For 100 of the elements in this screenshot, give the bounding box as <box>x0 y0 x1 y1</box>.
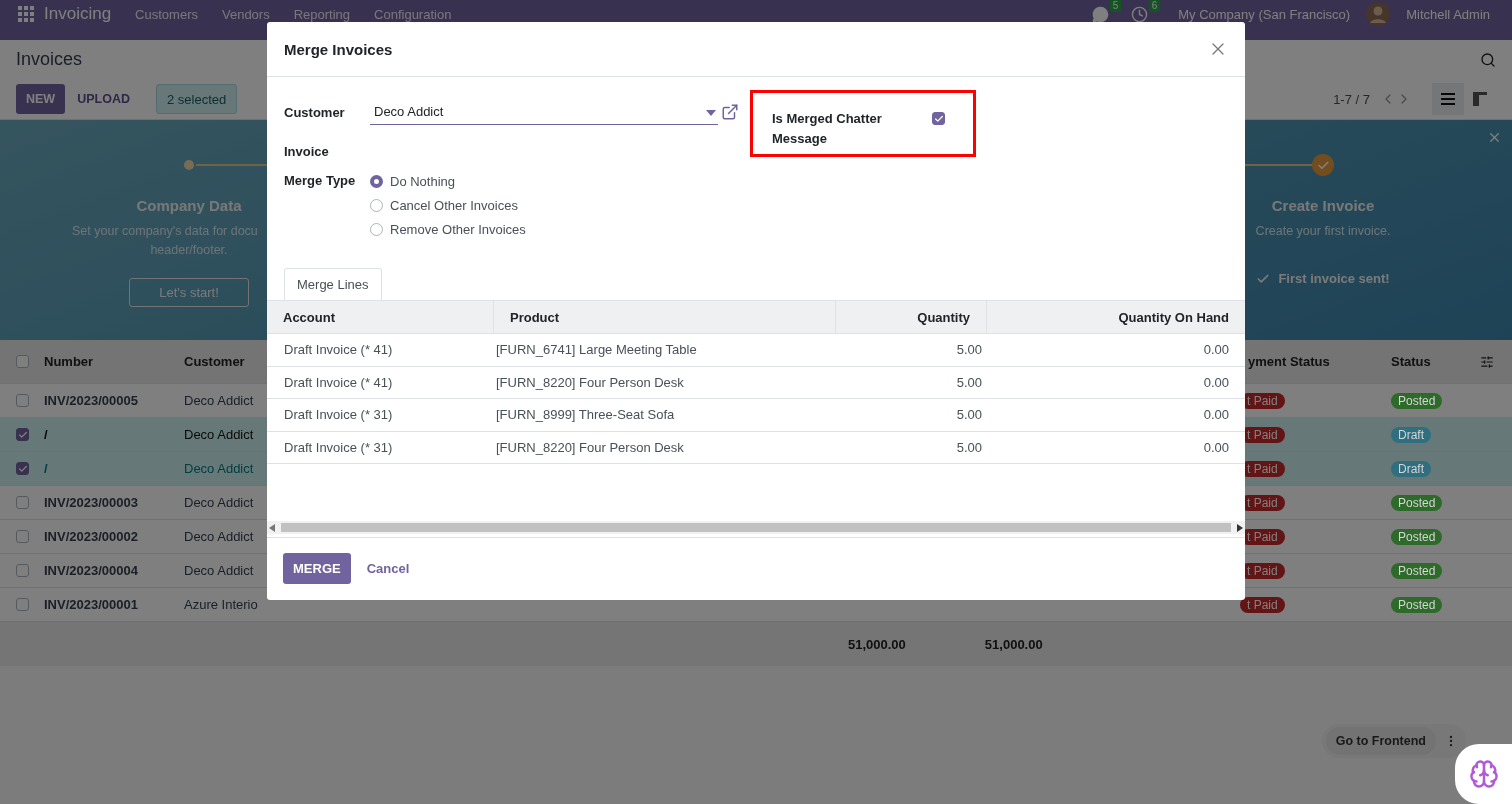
scroll-left-icon[interactable] <box>269 523 275 532</box>
row-checkbox[interactable] <box>16 598 29 611</box>
activity-count: 6 <box>1148 0 1161 12</box>
column-header[interactable]: Quantity On Hand <box>986 301 1245 333</box>
apps-grid-icon[interactable] <box>18 6 34 22</box>
status-tag: Draft <box>1391 460 1431 477</box>
table-cell-text: INV/2023/00004 <box>43 563 139 578</box>
table-cell-text: INV/2023/00005 <box>43 393 139 408</box>
radio-label: Do Nothing <box>390 174 456 189</box>
total-value: 51,000.00 <box>848 636 906 652</box>
table-cell-text: Draft Invoice (* 31) <box>283 407 394 423</box>
tab[interactable]: Merge Lines <box>284 268 382 300</box>
column-header[interactable]: Customer <box>176 354 268 369</box>
status-tag: Posted <box>1391 494 1443 511</box>
table-cell-text: Azure Interio <box>183 597 259 612</box>
external-link-icon[interactable] <box>721 103 739 121</box>
selection-count: 2 selected <box>155 84 238 115</box>
step-description: Set your company's data for docu header/footer. <box>72 223 259 259</box>
assistant-button[interactable] <box>1455 744 1512 804</box>
table-cell-text: [FURN_6741] Large Meeting Table <box>495 342 698 358</box>
user-name[interactable]: Mitchell Admin <box>1406 6 1490 22</box>
table-cell-text: 5.00 <box>955 407 983 423</box>
column-header[interactable]: Product <box>493 301 835 333</box>
table-cell-text: 5.00 <box>955 439 983 455</box>
status-tag: Posted <box>1391 528 1443 545</box>
column-header[interactable]: Status <box>1383 354 1480 369</box>
new-button[interactable]: NEW <box>16 84 66 115</box>
field-label: Merge Type <box>284 172 357 188</box>
pager[interactable]: 1-7 / 7 <box>1333 91 1370 107</box>
radio-option[interactable]: Cancel Other Invoices <box>370 198 526 213</box>
chatter-checkbox[interactable] <box>932 112 945 125</box>
payment-status-tag: t Paid <box>1240 596 1285 613</box>
customer-field[interactable]: Deco Addict <box>370 99 718 125</box>
table-cell-text: Draft Invoice (* 31) <box>283 439 394 455</box>
dialog-title: Merge Invoices <box>284 40 393 58</box>
search-icon[interactable] <box>1480 51 1496 68</box>
cancel-button[interactable]: Cancel <box>356 553 420 584</box>
total-value: 51,000.00 <box>984 636 1043 652</box>
table-cell-text: INV/2023/00002 <box>43 529 139 544</box>
table-cell-text: 0.00 <box>1202 407 1230 423</box>
table-cell-text: / <box>43 427 49 442</box>
step-title: Company Data <box>136 197 242 214</box>
select-all-checkbox[interactable] <box>16 355 29 368</box>
column-header[interactable]: Number <box>36 354 176 369</box>
table-cell-text: INV/2023/00003 <box>43 495 139 510</box>
radio-icon[interactable] <box>370 223 383 236</box>
close-icon[interactable] <box>1487 130 1502 145</box>
table-cell-text: 0.00 <box>1202 374 1230 390</box>
row-checkbox[interactable] <box>16 564 29 577</box>
done-text: First invoice sent! <box>1278 271 1390 286</box>
row-checkbox[interactable] <box>16 530 29 543</box>
merge-button[interactable]: MERGE <box>283 553 351 584</box>
avatar-icon[interactable] <box>1366 2 1391 26</box>
table-cell-text: [FURN_8220] Four Person Desk <box>495 439 685 455</box>
horizontal-scrollbar[interactable] <box>267 521 1245 534</box>
upload-button[interactable]: UPLOAD <box>67 84 140 115</box>
start-button[interactable]: Let's start! <box>129 278 249 307</box>
step-description: Create your first invoice. <box>1254 223 1392 240</box>
settings-icon[interactable] <box>1480 354 1494 369</box>
column-header[interactable]: Quantity <box>835 301 986 333</box>
status-tag: Posted <box>1391 392 1443 409</box>
table-cell-text: / <box>43 461 49 476</box>
list-icon <box>1441 93 1455 106</box>
table-cell-text: Deco Addict <box>183 461 255 476</box>
caret-icon[interactable] <box>706 110 716 116</box>
chat-icon[interactable] <box>1092 5 1110 23</box>
table-cell-text: Deco Addict <box>183 529 255 544</box>
clock-icon[interactable] <box>1131 5 1149 23</box>
row-checkbox[interactable] <box>16 394 29 407</box>
table-cell-text: 5.00 <box>955 374 983 390</box>
menu-item[interactable]: Customers <box>135 6 198 22</box>
radio-option[interactable]: Do Nothing <box>370 174 526 189</box>
status-tag: Draft <box>1391 426 1431 443</box>
row-checkbox[interactable] <box>16 496 29 509</box>
table-cell-text: 0.00 <box>1202 439 1230 455</box>
table-cell-text: 5.00 <box>955 342 983 358</box>
go-to-frontend-button[interactable]: Go to Frontend <box>1325 727 1436 755</box>
radio-icon[interactable] <box>370 199 383 212</box>
column-header[interactable]: Account <box>267 301 493 333</box>
status-tag: Posted <box>1391 562 1443 579</box>
message-count: 5 <box>1109 0 1122 12</box>
app-name[interactable]: Invoicing <box>44 4 112 24</box>
table-cell-text: [FURN_8220] Four Person Desk <box>495 374 685 390</box>
menu-item[interactable]: Vendors <box>221 6 270 22</box>
radio-icon[interactable] <box>370 175 383 188</box>
row-checkbox[interactable] <box>16 428 29 441</box>
list-view-button[interactable] <box>1432 83 1464 116</box>
step-title: Create Invoice <box>1271 197 1375 214</box>
status-tag: Posted <box>1391 596 1443 613</box>
brain-icon <box>1468 759 1499 789</box>
scroll-right-icon[interactable] <box>1237 523 1243 532</box>
field-label: Invoice <box>284 143 330 159</box>
company-name[interactable]: My Company (San Francisco) <box>1178 6 1351 22</box>
menu-item[interactable]: Reporting <box>293 6 351 22</box>
table-cell-text: [FURN_8999] Three-Seat Sofa <box>495 407 676 423</box>
radio-label: Cancel Other Invoices <box>390 198 518 213</box>
table-cell-text: Draft Invoice (* 41) <box>283 374 394 390</box>
table-cell-text: Deco Addict <box>183 427 255 442</box>
row-checkbox[interactable] <box>16 462 29 475</box>
menu-item[interactable]: Configuration <box>374 6 452 22</box>
